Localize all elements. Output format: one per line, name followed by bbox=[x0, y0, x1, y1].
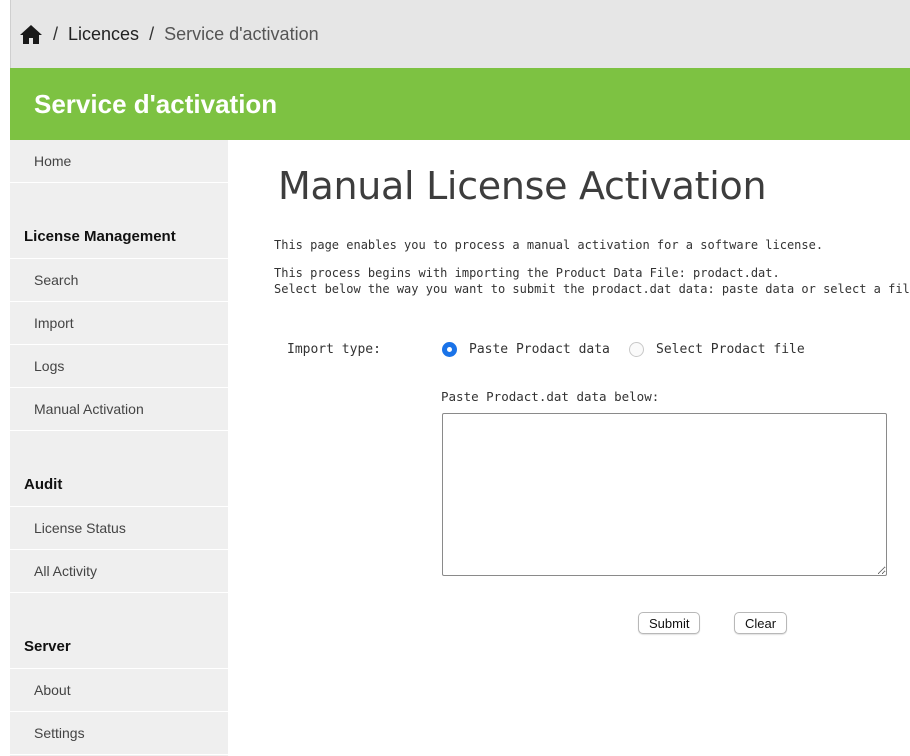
radio-paste-data[interactable]: Paste Prodact data bbox=[442, 342, 610, 357]
intro-text: This page enables you to process a manua… bbox=[274, 238, 824, 252]
sidebar-item-all-activity[interactable]: All Activity bbox=[10, 550, 228, 593]
sidebar: Home License Management Search Import Lo… bbox=[10, 140, 228, 756]
sidebar-item-settings[interactable]: Settings bbox=[10, 712, 228, 755]
instructions-text: This process begins with importing the P… bbox=[274, 265, 910, 297]
main-content: Manual License Activation This page enab… bbox=[228, 140, 910, 756]
sidebar-item-import[interactable]: Import bbox=[10, 302, 228, 345]
sidebar-heading-audit: Audit bbox=[10, 463, 228, 507]
radio-select-file-label[interactable]: Select Prodact file bbox=[656, 342, 805, 357]
instructions-line: This process begins with importing the P… bbox=[274, 266, 780, 280]
paste-data-label: Paste Prodact.dat data below: bbox=[441, 389, 660, 404]
page-title: Manual License Activation bbox=[278, 164, 767, 208]
radio-selected-icon[interactable] bbox=[442, 342, 457, 357]
import-type-label: Import type: bbox=[287, 342, 381, 357]
radio-paste-data-label[interactable]: Paste Prodact data bbox=[469, 342, 610, 357]
sidebar-heading-license-management: License Management bbox=[10, 215, 228, 259]
sidebar-item-logs[interactable]: Logs bbox=[10, 345, 228, 388]
submit-button[interactable]: Submit bbox=[638, 612, 701, 634]
breadcrumb-separator: / bbox=[149, 23, 155, 44]
breadcrumb-current: Service d'activation bbox=[164, 23, 319, 44]
sidebar-item-search[interactable]: Search bbox=[10, 259, 228, 302]
sidebar-item-manual-activation[interactable]: Manual Activation bbox=[10, 388, 228, 431]
home-icon[interactable] bbox=[19, 23, 43, 45]
sidebar-heading-server: Server bbox=[10, 625, 228, 669]
clear-button[interactable]: Clear bbox=[734, 612, 788, 634]
sidebar-item-home[interactable]: Home bbox=[10, 140, 228, 183]
banner-title: Service d'activation bbox=[34, 88, 278, 119]
breadcrumb: / Licences / Service d'activation bbox=[10, 0, 910, 68]
radio-unselected-icon[interactable] bbox=[629, 342, 644, 357]
breadcrumb-separator: / bbox=[53, 23, 59, 44]
sidebar-item-about[interactable]: About bbox=[10, 669, 228, 712]
breadcrumb-licences-link[interactable]: Licences bbox=[68, 24, 139, 45]
instructions-line: Select below the way you want to submit … bbox=[274, 282, 910, 296]
radio-select-file[interactable]: Select Prodact file bbox=[629, 342, 805, 357]
page-banner: Service d'activation bbox=[10, 68, 910, 140]
paste-data-textarea[interactable] bbox=[442, 413, 887, 576]
sidebar-item-license-status[interactable]: License Status bbox=[10, 507, 228, 550]
